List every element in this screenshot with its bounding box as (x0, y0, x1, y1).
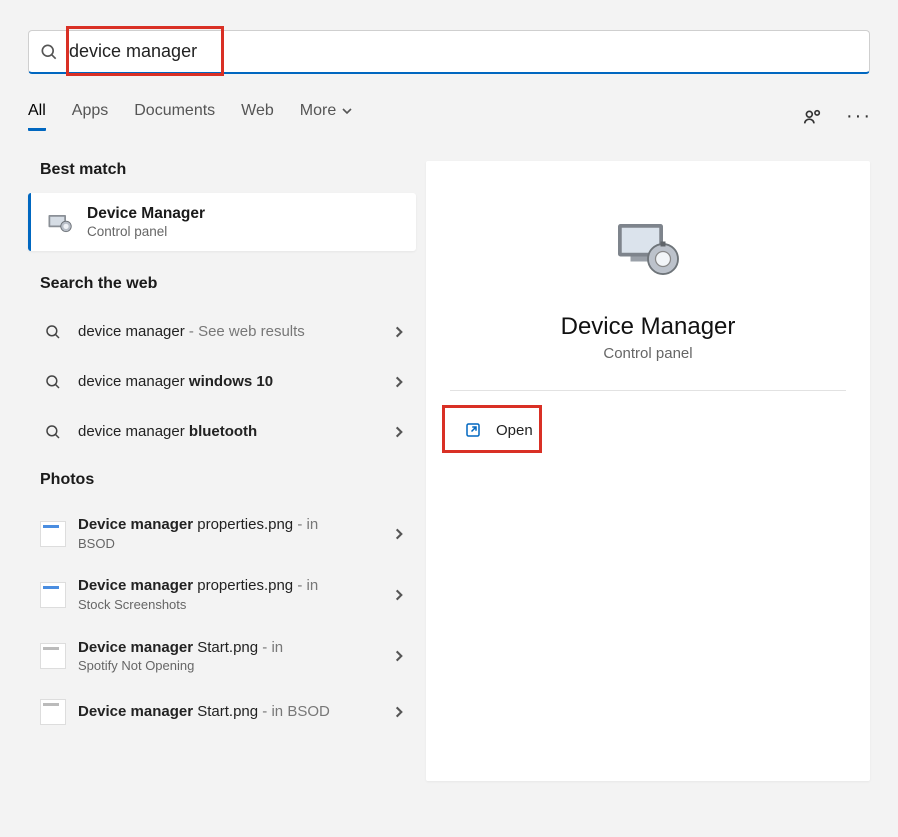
tab-web[interactable]: Web (241, 102, 274, 131)
chevron-right-icon (392, 649, 406, 663)
photo-result[interactable]: Device manager properties.png - in Stock… (28, 564, 416, 625)
chevron-right-icon (392, 375, 406, 389)
chevron-right-icon (392, 705, 406, 719)
web-result[interactable]: device manager windows 10 (28, 357, 416, 407)
results-panel: Best match Device Manager Control panel … (28, 161, 416, 781)
chevron-down-icon (341, 105, 353, 117)
tab-documents[interactable]: Documents (134, 102, 215, 131)
photo-result-text: Device manager properties.png - in BSOD (78, 515, 392, 552)
device-manager-large-icon (608, 209, 688, 289)
open-button[interactable]: Open (450, 411, 547, 449)
search-icon (40, 369, 66, 395)
open-button-label: Open (496, 422, 533, 439)
tab-more-label: More (300, 102, 336, 120)
photo-result[interactable]: Device manager Start.png - in Spotify No… (28, 626, 416, 687)
photo-result[interactable]: Device manager Start.png - in BSOD (28, 687, 416, 737)
web-result-text: device manager bluetooth (78, 422, 392, 442)
best-match-title: Device Manager (87, 205, 205, 223)
image-thumb-icon (40, 643, 66, 669)
device-manager-icon (45, 208, 73, 236)
search-input[interactable] (69, 41, 859, 62)
preview-title: Device Manager (561, 313, 736, 341)
photo-result-text: Device manager Start.png - in BSOD (78, 702, 392, 722)
web-result[interactable]: device manager - See web results (28, 307, 416, 357)
filter-tabs-row: All Apps Documents Web More ··· (28, 102, 870, 131)
preview-subtitle: Control panel (603, 345, 692, 362)
photo-result-text: Device manager properties.png - in Stock… (78, 576, 392, 613)
tab-apps[interactable]: Apps (72, 102, 108, 131)
chevron-right-icon (392, 588, 406, 602)
photo-result[interactable]: Device manager properties.png - in BSOD (28, 503, 416, 564)
more-options-icon[interactable]: ··· (848, 106, 870, 128)
divider (450, 390, 846, 391)
image-thumb-icon (40, 521, 66, 547)
image-thumb-icon (40, 582, 66, 608)
photo-result-text: Device manager Start.png - in Spotify No… (78, 638, 392, 675)
chevron-right-icon (392, 527, 406, 541)
chevron-right-icon (392, 425, 406, 439)
web-result[interactable]: device manager bluetooth (28, 407, 416, 457)
section-photos: Photos (40, 471, 416, 489)
section-best-match: Best match (40, 161, 416, 179)
section-search-web: Search the web (40, 275, 416, 293)
tab-all[interactable]: All (28, 102, 46, 131)
search-bar[interactable] (28, 30, 870, 74)
tab-more[interactable]: More (300, 102, 353, 131)
preview-panel: Device Manager Control panel Open (426, 161, 870, 781)
image-thumb-icon (40, 699, 66, 725)
search-icon (39, 42, 59, 62)
open-external-icon (464, 421, 482, 439)
search-icon (40, 419, 66, 445)
search-bar-container (28, 30, 870, 74)
chevron-right-icon (392, 325, 406, 339)
best-match-subtitle: Control panel (87, 224, 205, 239)
web-result-text: device manager - See web results (78, 322, 392, 342)
best-match-result[interactable]: Device Manager Control panel (28, 193, 416, 251)
search-icon (40, 319, 66, 345)
web-result-text: device manager windows 10 (78, 372, 392, 392)
people-icon[interactable] (802, 106, 824, 128)
